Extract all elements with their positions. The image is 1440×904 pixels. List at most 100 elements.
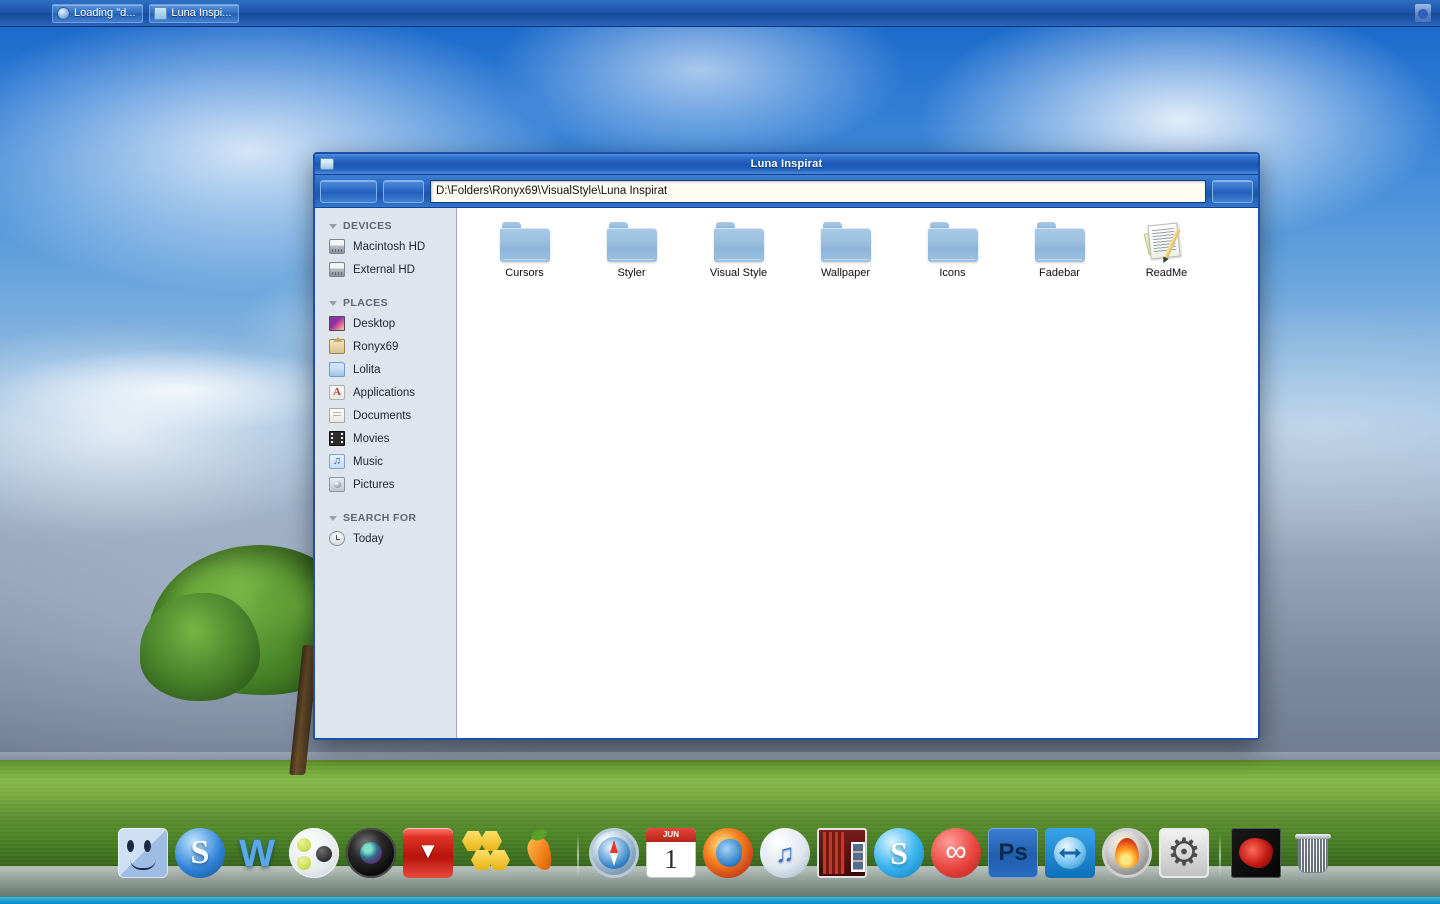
sidebar-section-places[interactable]: PLACES [315, 292, 456, 312]
dock-item-trash[interactable] [1288, 828, 1338, 878]
taskbar-button-label: Luna Inspi... [171, 7, 232, 19]
sidebar-section-search-for[interactable]: SEARCH FOR [315, 507, 456, 527]
sidebar-item-label: Pictures [353, 478, 395, 491]
dock-item-system-preferences[interactable] [1159, 828, 1209, 878]
file-item-label: ReadMe [1145, 267, 1188, 279]
chevron-down-icon [329, 223, 337, 229]
dock-separator [1219, 834, 1221, 878]
sidebar-item-label: Music [353, 455, 384, 468]
window-titlebar[interactable]: Luna Inspirat [315, 154, 1258, 175]
dock-item-photo-booth[interactable] [817, 828, 867, 878]
movies-icon [329, 431, 345, 446]
file-item-readme[interactable]: ReadMe [1113, 218, 1220, 290]
dock-item-firefox[interactable] [703, 828, 753, 878]
file-item-icons[interactable]: Icons [899, 218, 1006, 290]
file-item-wallpaper[interactable]: Wallpaper [792, 218, 899, 290]
fl-studio-icon [517, 828, 567, 878]
dock-item-media-player[interactable] [1231, 828, 1281, 878]
sidebar-item-desktop[interactable]: Desktop [315, 312, 456, 335]
window-body: DEVICES Macintosh HD External HD PLACES … [315, 208, 1258, 738]
sidebar-item-documents[interactable]: Documents [315, 404, 456, 427]
document-icon [1142, 222, 1192, 262]
safari-compass-icon [589, 828, 639, 878]
file-item-label: Styler [617, 267, 646, 279]
back-button[interactable] [320, 179, 377, 203]
sidebar-section-label: SEARCH FOR [343, 512, 417, 524]
firefox-icon [703, 828, 753, 878]
sidebar-item-ronyx69[interactable]: Ronyx69 [315, 335, 456, 358]
sidebar-item-macintosh-hd[interactable]: Macintosh HD [315, 235, 456, 258]
file-item-fadebar[interactable]: Fadebar [1006, 218, 1113, 290]
dock-item-calendar[interactable]: JUN 1 [646, 828, 696, 878]
dock-item-itunes[interactable] [760, 828, 810, 878]
dock-item-photoshop[interactable] [988, 828, 1038, 878]
lastfm-icon [931, 828, 981, 878]
sidebar-item-applications[interactable]: Applications [315, 381, 456, 404]
dock-item-camera[interactable] [346, 828, 396, 878]
blue-s-icon [175, 828, 225, 878]
sidebar-item-external-hd[interactable]: External HD [315, 258, 456, 281]
media-player-icon [1231, 828, 1281, 878]
calendar-icon: JUN 1 [646, 828, 696, 878]
dock-item-fl-studio[interactable] [517, 828, 567, 878]
icon-grid: Cursors Styler Visual Style Wallpaper Ic… [471, 218, 1258, 290]
sidebar-section-devices[interactable]: DEVICES [315, 215, 456, 235]
sidebar-item-music[interactable]: Music [315, 450, 456, 473]
dock-item-download-manager[interactable] [403, 828, 453, 878]
file-item-label: Wallpaper [820, 267, 871, 279]
teamviewer-icon [1045, 828, 1095, 878]
file-item-label: Icons [939, 267, 966, 279]
sidebar: DEVICES Macintosh HD External HD PLACES … [315, 208, 457, 738]
calendar-month: JUN [646, 828, 696, 842]
home-icon [329, 337, 345, 354]
dock-item-skype-blue-s[interactable] [175, 828, 225, 878]
clock-icon [329, 531, 345, 546]
taskbar-button-loading[interactable]: Loading "d... [52, 3, 144, 23]
sidebar-item-label: Movies [353, 432, 390, 445]
dock-item-skype[interactable] [874, 828, 924, 878]
dock: JUN 1 [0, 828, 1440, 904]
sidebar-item-today[interactable]: Today [315, 527, 456, 550]
sidebar-item-movies[interactable]: Movies [315, 427, 456, 450]
hex-tools-icon [460, 828, 510, 878]
dock-item-hex-tools[interactable] [460, 828, 510, 878]
finder-icon [118, 828, 168, 878]
file-item-label: Cursors [505, 267, 544, 279]
file-item-styler[interactable]: Styler [578, 218, 685, 290]
folder-icon [927, 222, 978, 262]
sidebar-item-lolita[interactable]: Lolita [315, 358, 456, 381]
dock-item-lastfm[interactable] [931, 828, 981, 878]
dock-item-teamviewer[interactable] [1045, 828, 1095, 878]
dock-item-finder[interactable] [118, 828, 168, 878]
chevron-down-icon [329, 515, 337, 521]
folder-icon [713, 222, 764, 262]
sidebar-item-pictures[interactable]: Pictures [315, 473, 456, 496]
window-toolbar: D:\Folders\Ronyx69\VisualStyle\Luna Insp… [315, 175, 1258, 208]
chevron-down-icon [329, 300, 337, 306]
file-item-label: Visual Style [709, 267, 768, 279]
forward-button[interactable] [383, 179, 424, 203]
harddisk-icon [329, 239, 345, 254]
view-options-button[interactable] [1212, 179, 1253, 203]
dock-bottom-strip [0, 897, 1440, 904]
folder-icon [499, 222, 550, 262]
file-item-cursors[interactable]: Cursors [471, 218, 578, 290]
sidebar-item-label: Desktop [353, 317, 396, 330]
notification-icon[interactable] [1415, 4, 1431, 22]
nero-flame-icon [1102, 828, 1152, 878]
dock-item-winamp[interactable] [232, 828, 282, 878]
photo-booth-icon [817, 828, 867, 878]
folder-icon [154, 6, 168, 20]
taskbar-button-luna-inspirat[interactable]: Luna Inspi... [149, 3, 240, 23]
taskbar-button-label: Loading "d... [74, 7, 136, 19]
tree-canopy-lower [140, 593, 260, 701]
file-item-visual-style[interactable]: Visual Style [685, 218, 792, 290]
calendar-day: 1 [664, 844, 678, 874]
pictures-icon [329, 477, 345, 492]
skype-icon [874, 828, 924, 878]
address-input[interactable]: D:\Folders\Ronyx69\VisualStyle\Luna Insp… [430, 179, 1206, 203]
folder-icon [329, 362, 345, 377]
dock-item-media-circles[interactable] [289, 828, 339, 878]
dock-item-safari[interactable] [589, 828, 639, 878]
dock-item-nero[interactable] [1102, 828, 1152, 878]
